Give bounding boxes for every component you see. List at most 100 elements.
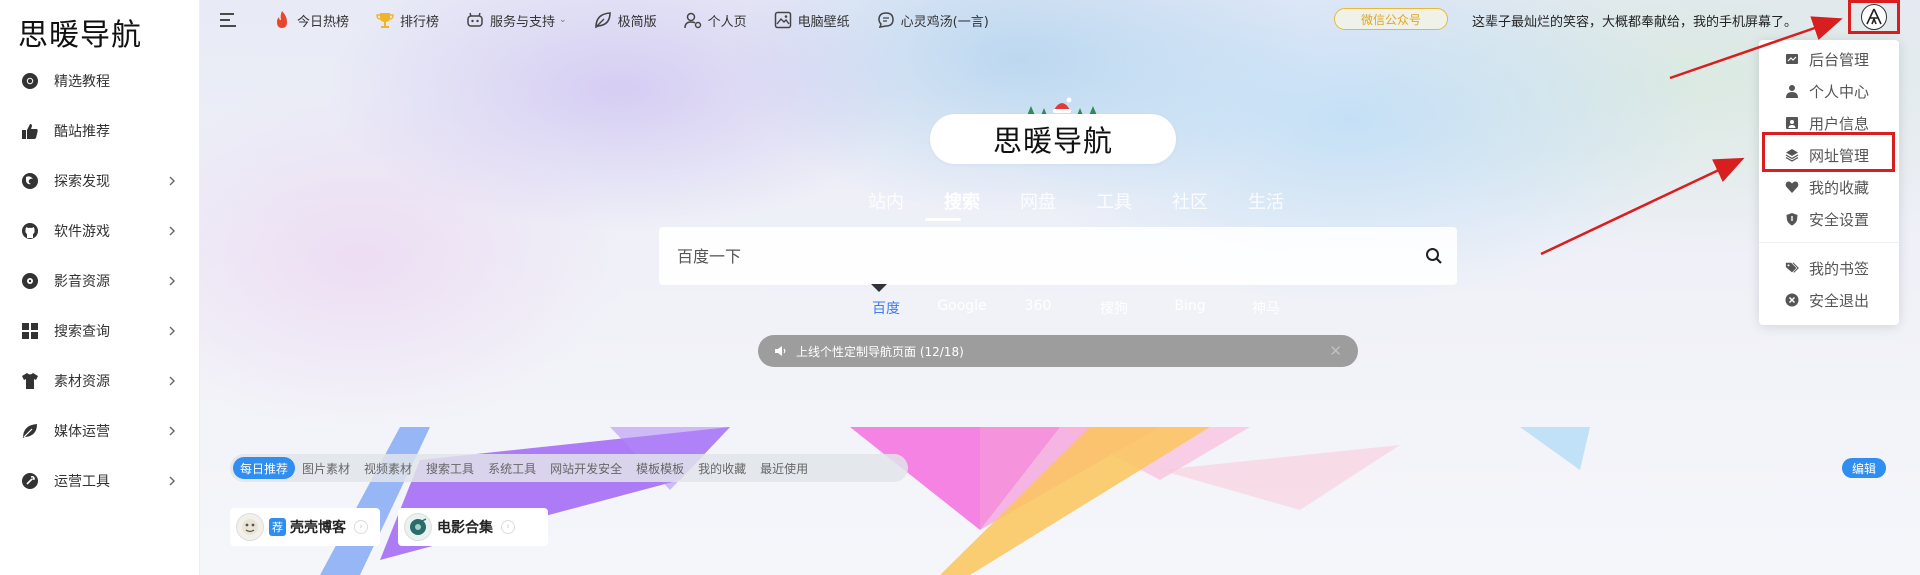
speaker-icon <box>775 346 786 356</box>
search-box <box>659 227 1457 285</box>
menu-item-favorites[interactable]: 我的收藏 <box>1759 172 1899 202</box>
nav-wallpaper[interactable]: 电脑壁纸 <box>773 10 850 30</box>
sidebar-item-label: 运营工具 <box>54 474 110 490</box>
site-name: 电影合集 <box>437 520 493 536</box>
leaf-icon <box>20 421 40 441</box>
image-icon <box>773 10 793 30</box>
nav-label: 极简版 <box>617 14 657 30</box>
close-circle-icon <box>1785 293 1799 307</box>
menu-item-admin[interactable]: 后台管理 <box>1759 44 1899 74</box>
sidebar-item-ops-tools[interactable]: 运营工具 <box>0 456 200 506</box>
sidebar-item-materials[interactable]: 素材资源 <box>0 356 200 406</box>
sidebar-item-explore[interactable]: 探索发现 <box>0 156 200 206</box>
menu-item-label: 安全退出 <box>1809 291 1870 310</box>
tab-community[interactable]: 社区 <box>1152 188 1228 214</box>
menu-item-security[interactable]: 安全设置 <box>1759 204 1899 234</box>
nav-personal-page[interactable]: 个人页 <box>683 10 747 30</box>
avatar-logo-icon <box>1866 8 1882 25</box>
site-card[interactable]: 荐 壳壳博客 › <box>230 508 380 546</box>
menu-item-profile[interactable]: 个人中心 <box>1759 76 1899 106</box>
tab-netdisk[interactable]: 网盘 <box>1000 188 1076 214</box>
chevron-right-icon: › <box>501 520 515 534</box>
tab-life[interactable]: 生活 <box>1228 188 1304 214</box>
site-name: 壳壳博客 <box>290 520 346 536</box>
sidebar-item-label: 探索发现 <box>54 174 110 190</box>
engine-360[interactable]: 360 <box>1000 298 1076 318</box>
chevron-right-icon <box>169 376 175 386</box>
sidebar-item-media[interactable]: 影音资源 <box>0 256 200 306</box>
engine-shenma[interactable]: 神马 <box>1228 298 1304 318</box>
menu-item-logout[interactable]: 安全退出 <box>1759 285 1899 315</box>
nav-label: 服务与支持 <box>490 14 556 30</box>
sidebar-item-label: 搜索查询 <box>54 324 110 340</box>
nav-service-support[interactable]: 服务与支持 ⌄ <box>465 10 567 30</box>
menu-item-label: 我的书签 <box>1809 259 1870 278</box>
user-dropdown-menu: 后台管理 个人中心 用户信息 网址管理 我的收藏 安全设置 我的书签 安全退出 <box>1759 40 1899 325</box>
search-icon[interactable] <box>1423 245 1445 267</box>
sidebar-item-tutorials[interactable]: 精选教程 <box>0 56 200 106</box>
edit-button[interactable]: 编辑 <box>1842 458 1886 478</box>
firefox-icon <box>20 171 40 191</box>
avatar[interactable] <box>1861 4 1887 30</box>
wechat-account-button[interactable]: 微信公众号 <box>1334 8 1448 30</box>
chevron-right-icon <box>169 326 175 336</box>
search-input[interactable] <box>677 227 1377 285</box>
category-images[interactable]: 图片素材 <box>295 457 357 479</box>
engine-bing[interactable]: Bing <box>1152 298 1228 318</box>
thumbs-up-icon <box>20 121 40 141</box>
category-templates[interactable]: 模板模板 <box>629 457 691 479</box>
menu-item-label: 安全设置 <box>1809 210 1870 229</box>
chevron-right-icon <box>169 276 175 286</box>
sidebar-item-media-ops[interactable]: 媒体运营 <box>0 406 200 456</box>
tab-site[interactable]: 站内 <box>848 188 924 214</box>
category-system-tools[interactable]: 系统工具 <box>481 457 543 479</box>
nav-label: 电脑壁纸 <box>797 14 850 30</box>
decorative-triangles <box>320 427 1590 575</box>
tab-search[interactable]: 搜索 <box>924 188 1000 214</box>
notice-bar[interactable]: 上线个性定制导航页面 (12/18) ✕ <box>758 335 1358 367</box>
menu-item-bookmarks[interactable]: 我的书签 <box>1759 253 1899 283</box>
avatar-highlight[interactable] <box>1848 0 1900 34</box>
tab-tools[interactable]: 工具 <box>1076 188 1152 214</box>
menu-toggle-icon[interactable] <box>218 9 240 31</box>
category-recent[interactable]: 最近使用 <box>753 457 815 479</box>
category-daily[interactable]: 每日推荐 <box>233 457 296 479</box>
nav-label: 个人页 <box>707 14 747 30</box>
active-tab-indicator <box>925 218 961 221</box>
leaf-outline-icon <box>593 10 613 30</box>
top-nav-links: 今日热榜 排行榜 服务与支持 ⌄ 极简版 个人页 电脑壁纸 心灵鸡汤(一言) <box>272 0 1015 40</box>
nav-minimal[interactable]: 极简版 <box>593 10 657 30</box>
engine-sogou[interactable]: 搜狗 <box>1076 298 1152 318</box>
engine-baidu[interactable]: 百度 <box>848 298 924 318</box>
sidebar-item-cool-sites[interactable]: 酷站推荐 <box>0 106 200 156</box>
category-search-tools[interactable]: 搜索工具 <box>419 457 481 479</box>
nav-label: 今日热榜 <box>297 14 350 30</box>
shirt-icon <box>20 371 40 391</box>
category-dev-security[interactable]: 网站开发安全 <box>543 457 629 479</box>
wrench-icon <box>20 471 40 491</box>
center-title-box: 思暖导航 <box>930 114 1176 164</box>
site-logo[interactable]: 思暖导航 <box>18 10 142 54</box>
nav-ranking[interactable]: 排行榜 <box>375 10 439 30</box>
chevron-right-icon <box>169 426 175 436</box>
site-card[interactable]: 电影合集 › <box>398 508 548 546</box>
trophy-icon <box>375 10 395 30</box>
category-favorites[interactable]: 我的收藏 <box>691 457 753 479</box>
sidebar-item-search-query[interactable]: 搜索查询 <box>0 306 200 356</box>
nav-hot-today[interactable]: 今日热榜 <box>272 10 349 30</box>
chevron-right-icon <box>169 226 175 236</box>
engine-google[interactable]: Google <box>924 298 1000 318</box>
nav-quote[interactable]: 心灵鸡汤(一言) <box>876 10 989 30</box>
sidebar-item-software[interactable]: 软件游戏 <box>0 206 200 256</box>
tags-icon <box>1785 261 1799 275</box>
menu-item-label: 我的收藏 <box>1809 178 1870 197</box>
menu-item-label: 用户信息 <box>1809 114 1870 133</box>
category-tabs: 每日推荐 图片素材 视频素材 搜索工具 系统工具 网站开发安全 模板模板 我的收… <box>230 454 908 482</box>
menu-item-label: 后台管理 <box>1809 50 1870 69</box>
chevron-right-icon <box>169 176 175 186</box>
close-icon[interactable]: ✕ <box>1329 342 1342 360</box>
sidebar-menu: 精选教程 酷站推荐 探索发现 软件游戏 影音资源 搜索查询 素材资源 媒体运营 … <box>0 56 200 506</box>
engine-caret-icon <box>871 284 887 292</box>
category-videos[interactable]: 视频素材 <box>357 457 419 479</box>
dashboard-icon <box>1785 52 1799 66</box>
